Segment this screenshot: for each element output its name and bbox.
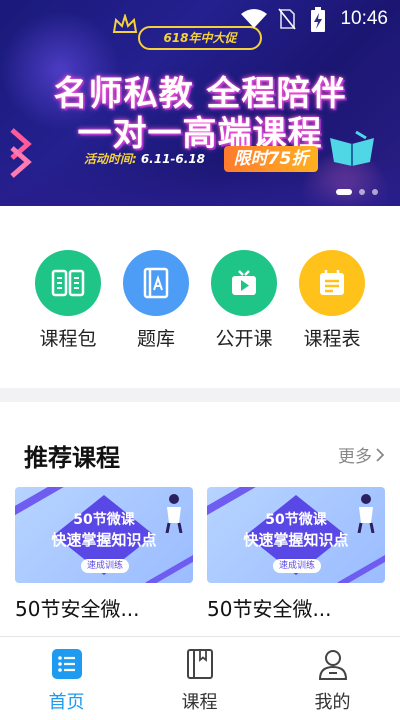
pagination-dot-active — [336, 189, 352, 195]
chevron-decoration-icon — [10, 128, 32, 178]
open-class-circle — [211, 250, 277, 316]
course-card[interactable]: 50节微课 快速掌握知识点 速成训练 50节安全微... — [207, 487, 385, 622]
book-open-icon — [51, 269, 85, 297]
entry-course-package[interactable]: 课程包 — [24, 250, 112, 351]
app-screen: 618年中大促 名师私教 全程陪伴 一对一高端课程 活动时间: 6.11-6.18… — [0, 0, 400, 720]
thumb-stripe — [337, 552, 385, 583]
course-thumbnail: 50节微课 快速掌握知识点 速成训练 — [207, 487, 385, 583]
entry-label: 课程表 — [303, 328, 361, 350]
user-icon — [316, 647, 350, 681]
wifi-icon — [241, 9, 267, 28]
question-bank-icon — [143, 267, 169, 299]
question-bank-circle — [123, 250, 189, 316]
course-card[interactable]: 50节微课 快速掌握知识点 速成训练 50节安全微... — [15, 487, 193, 622]
calendar-icon — [320, 270, 344, 295]
entry-open-class[interactable]: 公开课 — [200, 250, 288, 351]
thumb-line1: 50节微课 — [73, 512, 135, 528]
tab-label: 课程 — [181, 692, 218, 713]
banner-pagination — [336, 189, 378, 195]
course-thumbnail: 50节微课 快速掌握知识点 速成训练 — [15, 487, 193, 583]
more-link[interactable]: 更多 — [338, 442, 384, 467]
course-title: 50节安全微... — [207, 597, 332, 621]
tab-profile[interactable]: 我的 — [266, 647, 399, 714]
status-bar: 10:46 — [0, 0, 400, 38]
battery-charging-icon — [311, 7, 325, 32]
chevron-right-icon — [376, 447, 384, 462]
course-title: 50节安全微... — [15, 597, 140, 621]
entry-label: 公开课 — [215, 328, 273, 350]
open-book-icon — [330, 130, 374, 166]
thumb-line2: 快速掌握知识点 — [51, 531, 157, 549]
quick-entry-grid: 课程包 题库 公开课 课程表 — [0, 206, 400, 388]
thumb-line2: 快速掌握知识点 — [243, 531, 349, 549]
tab-label: 首页 — [48, 692, 85, 713]
thumb-tag: 速成训练 — [273, 559, 321, 573]
bottom-tab-bar: 首页 课程 我的 — [0, 636, 400, 720]
video-play-icon — [232, 270, 256, 295]
entry-schedule[interactable]: 课程表 — [288, 250, 376, 351]
section-divider — [0, 388, 400, 402]
thumb-tag: 速成训练 — [81, 559, 129, 573]
discount-badge: 限时75折 — [224, 146, 318, 172]
more-label: 更多 — [338, 447, 372, 467]
no-sim-icon — [278, 8, 296, 30]
thumb-stripe — [145, 552, 193, 583]
activity-date: 活动时间: 6.11-6.18 — [84, 150, 205, 167]
activity-date-value: 6.11-6.18 — [140, 152, 206, 166]
schedule-circle — [299, 250, 365, 316]
activity-date-label: 活动时间: — [84, 152, 137, 166]
tab-courses[interactable]: 课程 — [133, 647, 266, 714]
pagination-dot — [359, 189, 365, 195]
tab-home[interactable]: 首页 — [0, 647, 133, 714]
status-time: 10:46 — [340, 8, 388, 29]
entry-label: 课程包 — [39, 328, 97, 350]
tab-label: 我的 — [314, 692, 351, 713]
section-title: 推荐课程 — [24, 444, 120, 472]
notebook-icon — [183, 647, 217, 681]
pagination-dot — [372, 189, 378, 195]
entry-label: 题库 — [136, 328, 175, 350]
thumb-line1: 50节微课 — [265, 512, 327, 528]
entry-question-bank[interactable]: 题库 — [112, 250, 200, 351]
course-package-circle — [35, 250, 101, 316]
home-list-icon — [50, 647, 84, 681]
